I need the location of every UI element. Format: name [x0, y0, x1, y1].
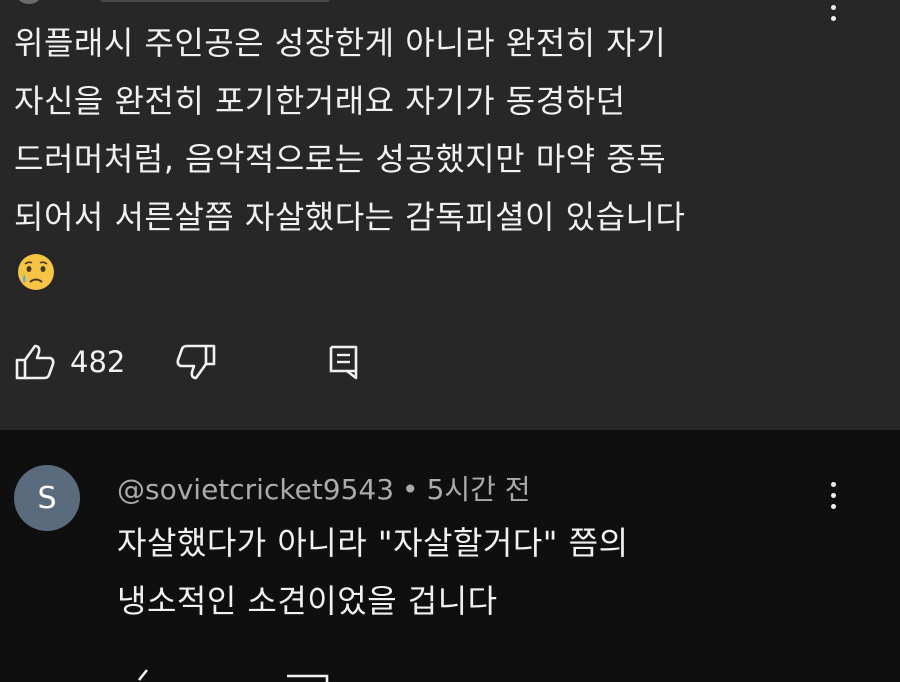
comment-header — [100, 0, 330, 2]
more-options-icon[interactable] — [829, 482, 837, 509]
highlighted-comment: 위플래시 주인공은 성장한게 아니라 완전히 자기 자신을 완전히 포기한거래요… — [0, 0, 900, 430]
dislike-button[interactable] — [175, 343, 217, 381]
like-button[interactable] — [14, 343, 56, 381]
comment-line: 냉소적인 소견이었을 겁니다 — [117, 582, 498, 620]
comment-body: 위플래시 주인공은 성장한게 아니라 완전히 자기 자신을 완전히 포기한거래요… — [14, 14, 685, 246]
timestamp: 5시간 전 — [426, 473, 531, 506]
comment-line: 드러머처럼, 음악적으로는 성공했지만 마약 중독 — [14, 140, 667, 178]
thumbs-up-icon — [15, 344, 55, 380]
comment-header: @sovietcricket9543 • 5시간 전 — [117, 468, 531, 508]
comment-body: 자살했다가 아니라 "자살할거다" 쯤의 냉소적인 소견이었을 겁니다 — [117, 514, 629, 630]
reply-button[interactable] — [329, 344, 359, 380]
thumbs-down-icon — [176, 344, 216, 380]
comment-line: 되어서 서른살쯤 자살했다는 감독피셜이 있습니다 — [14, 198, 686, 236]
comment-line: 위플래시 주인공은 성장한게 아니라 완전히 자기 — [14, 24, 667, 62]
avatar-initial: S — [37, 480, 57, 516]
comment-line: 자살했다가 아니라 "자살할거다" 쯤의 — [117, 524, 629, 562]
more-options-icon[interactable] — [829, 0, 837, 21]
comment-line: 자신을 완전히 포기한거래요 자기가 동경하던 — [14, 82, 626, 120]
avatar[interactable]: S — [14, 465, 80, 531]
crying-face-icon — [18, 254, 54, 290]
comment-reply-icon — [330, 345, 358, 380]
comment-actions: 482 — [14, 340, 359, 384]
comment-actions — [117, 662, 417, 682]
like-count: 482 — [70, 345, 126, 379]
separator-dot: • — [402, 473, 419, 506]
author-name[interactable]: @sovietcricket9543 — [117, 473, 394, 506]
thumbs-up-icon[interactable] — [117, 662, 417, 682]
reply-comment: S @sovietcricket9543 • 5시간 전 자살했다가 아니라 "자살… — [0, 430, 900, 682]
avatar[interactable] — [14, 0, 44, 4]
